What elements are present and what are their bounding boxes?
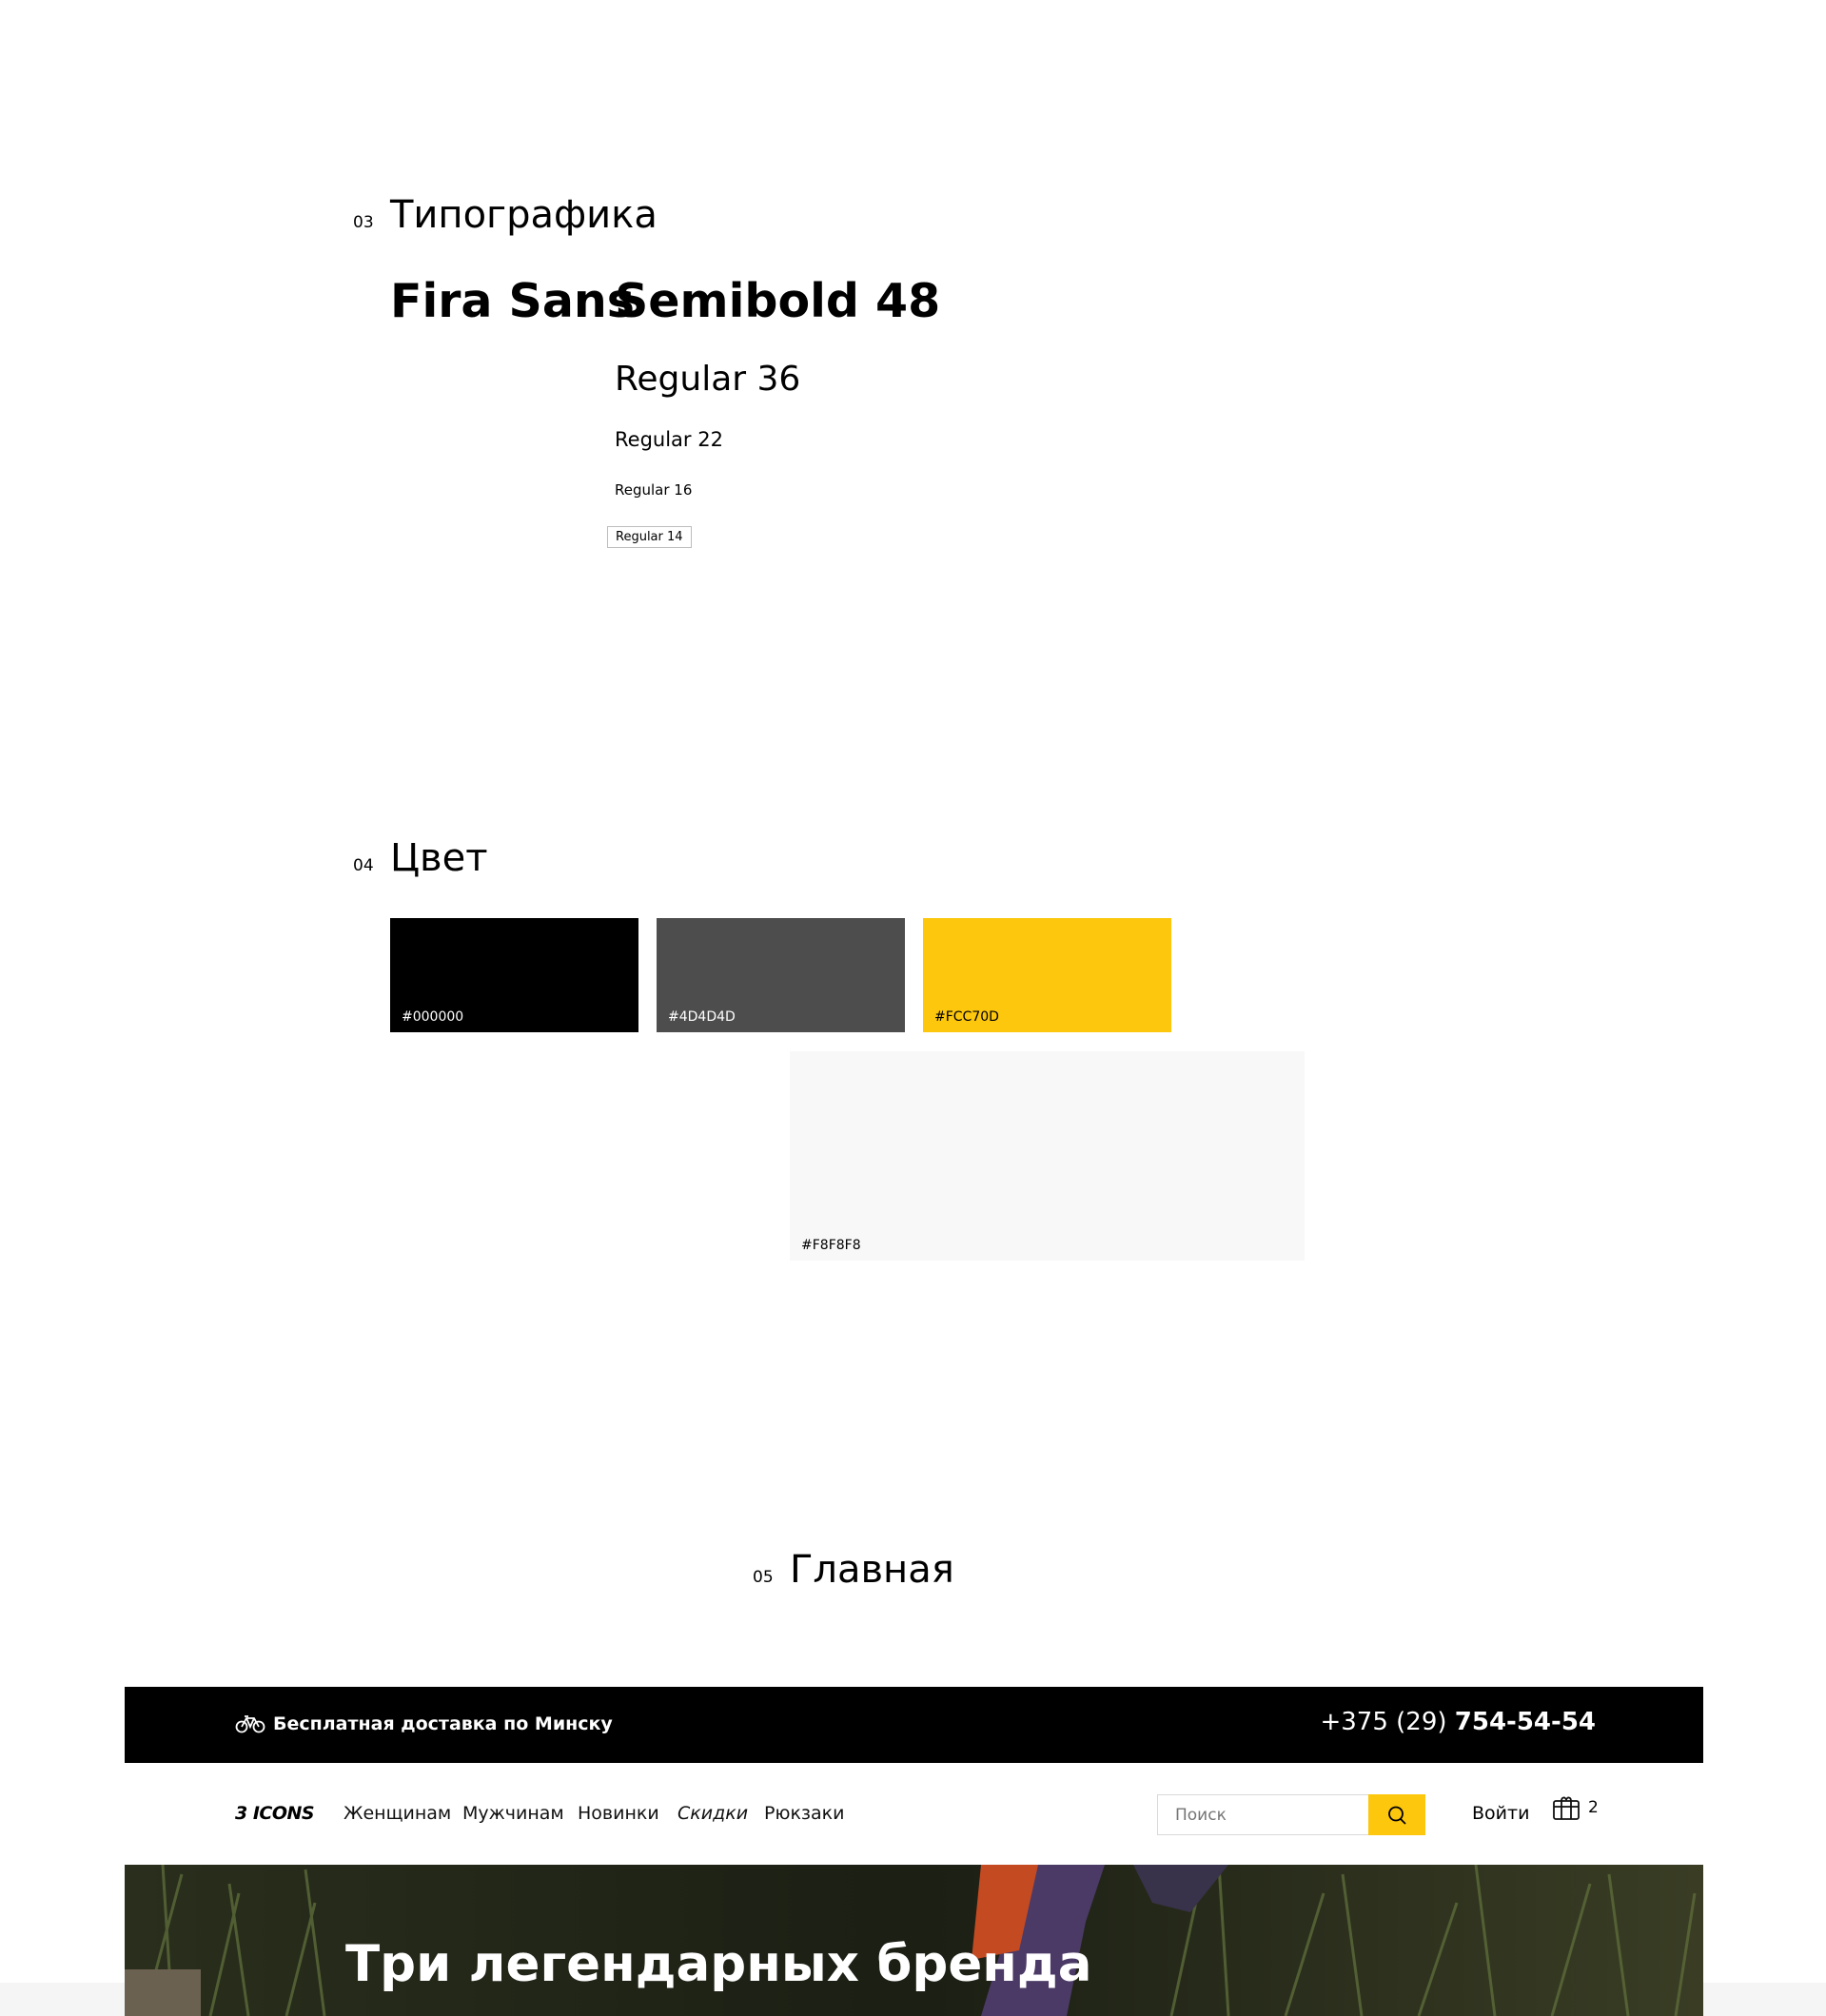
cart-count: 2 bbox=[1588, 1798, 1599, 1817]
type-sample-regular-16: Regular 16 bbox=[615, 481, 693, 499]
phone-number[interactable]: +375 (29) 754-54-54 bbox=[1320, 1708, 1596, 1736]
color-swatch-label: #FCC70D bbox=[934, 1009, 999, 1025]
phone-main: 754-54-54 bbox=[1454, 1708, 1596, 1736]
nav-item-sale[interactable]: Скидки bbox=[677, 1803, 748, 1824]
color-swatch-dark-gray: #4D4D4D bbox=[657, 918, 905, 1032]
type-sample-semibold-48: Semibold 48 bbox=[615, 274, 941, 328]
section-title-color: Цвет bbox=[390, 836, 488, 880]
nav-item-backpacks[interactable]: Рюкзаки bbox=[764, 1803, 845, 1824]
color-swatch-black: #000000 bbox=[390, 918, 638, 1032]
color-swatch-light-gray: #F8F8F8 bbox=[790, 1051, 1305, 1261]
type-sample-regular-22: Regular 22 bbox=[615, 428, 723, 451]
section-title-main: Главная bbox=[790, 1548, 954, 1592]
section-number-typography: 03 bbox=[353, 213, 374, 232]
homepage-preview: Бесплатная доставка по Минску +375 (29) … bbox=[125, 1687, 1703, 2016]
logo[interactable]: 3 ICONS bbox=[235, 1803, 315, 1824]
color-swatch-label: #4D4D4D bbox=[668, 1009, 736, 1025]
bicycle-icon bbox=[235, 1715, 265, 1733]
nav-item-women[interactable]: Женщинам bbox=[344, 1803, 451, 1824]
color-swatch-label: #000000 bbox=[402, 1009, 464, 1025]
hero-banner: Три легендарных бренда bbox=[125, 1865, 1703, 2016]
search-button[interactable] bbox=[1368, 1794, 1425, 1835]
section-number-color: 04 bbox=[353, 856, 374, 875]
search-icon bbox=[1388, 1806, 1406, 1825]
free-delivery-notice: Бесплатная доставка по Минску bbox=[235, 1713, 613, 1734]
color-swatch-label: #F8F8F8 bbox=[801, 1238, 861, 1253]
gift-box-icon bbox=[1553, 1796, 1580, 1820]
search-input[interactable] bbox=[1157, 1794, 1368, 1835]
delivery-text: Бесплатная доставка по Минску bbox=[273, 1713, 613, 1734]
color-swatch-yellow: #FCC70D bbox=[923, 918, 1171, 1032]
nav-item-men[interactable]: Мужчинам bbox=[462, 1803, 564, 1824]
main-navbar: 3 ICONS Женщинам Мужчинам Новинки Скидки… bbox=[125, 1763, 1703, 1865]
top-bar: Бесплатная доставка по Минску +375 (29) … bbox=[125, 1687, 1703, 1763]
cart-button[interactable]: 2 bbox=[1552, 1794, 1599, 1821]
hero-title: Три легендарных бренда bbox=[345, 1935, 1092, 1993]
font-name: Fira Sans bbox=[390, 274, 635, 328]
section-number-main: 05 bbox=[753, 1568, 774, 1587]
nav-item-new[interactable]: Новинки bbox=[578, 1803, 659, 1824]
type-sample-regular-36: Regular 36 bbox=[615, 360, 801, 399]
phone-prefix: +375 (29) bbox=[1320, 1708, 1455, 1736]
login-link[interactable]: Войти bbox=[1472, 1803, 1529, 1824]
type-sample-regular-14: Regular 14 bbox=[607, 526, 692, 548]
section-title-typography: Типографика bbox=[390, 193, 658, 237]
